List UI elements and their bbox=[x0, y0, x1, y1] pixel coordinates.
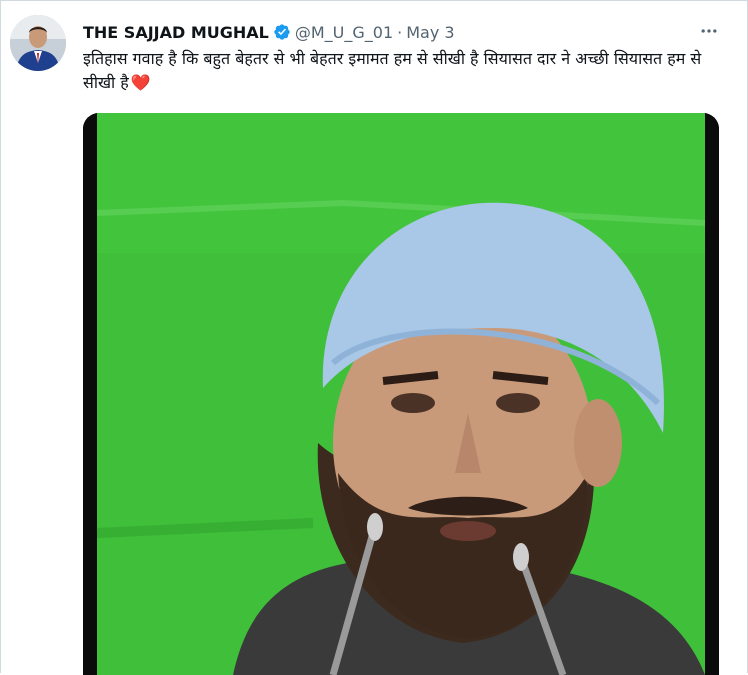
tweet-text: इतिहास गवाह है कि बहुत बेहतर से भी बेहतर… bbox=[83, 47, 703, 95]
heart-emoji-icon: ❤️ bbox=[130, 73, 151, 92]
more-options-icon[interactable] bbox=[697, 19, 721, 43]
avatar[interactable] bbox=[10, 15, 66, 71]
author-handle[interactable]: @M_U_G_01 bbox=[295, 23, 393, 42]
tweet-text-body: इतिहास गवाह है कि बहुत बेहतर से भी बेहतर… bbox=[83, 49, 702, 92]
tweet-header: THE SAJJAD MUGHAL @M_U_G_01 · May 3 bbox=[83, 21, 455, 43]
author-name[interactable]: THE SAJJAD MUGHAL bbox=[83, 23, 269, 42]
tweet-date[interactable]: May 3 bbox=[406, 23, 454, 42]
tweet-card[interactable]: THE SAJJAD MUGHAL @M_U_G_01 · May 3 इतिह… bbox=[0, 0, 748, 675]
tweet-video[interactable] bbox=[83, 113, 719, 675]
separator-dot: · bbox=[397, 22, 403, 42]
verified-badge-icon bbox=[273, 23, 291, 41]
